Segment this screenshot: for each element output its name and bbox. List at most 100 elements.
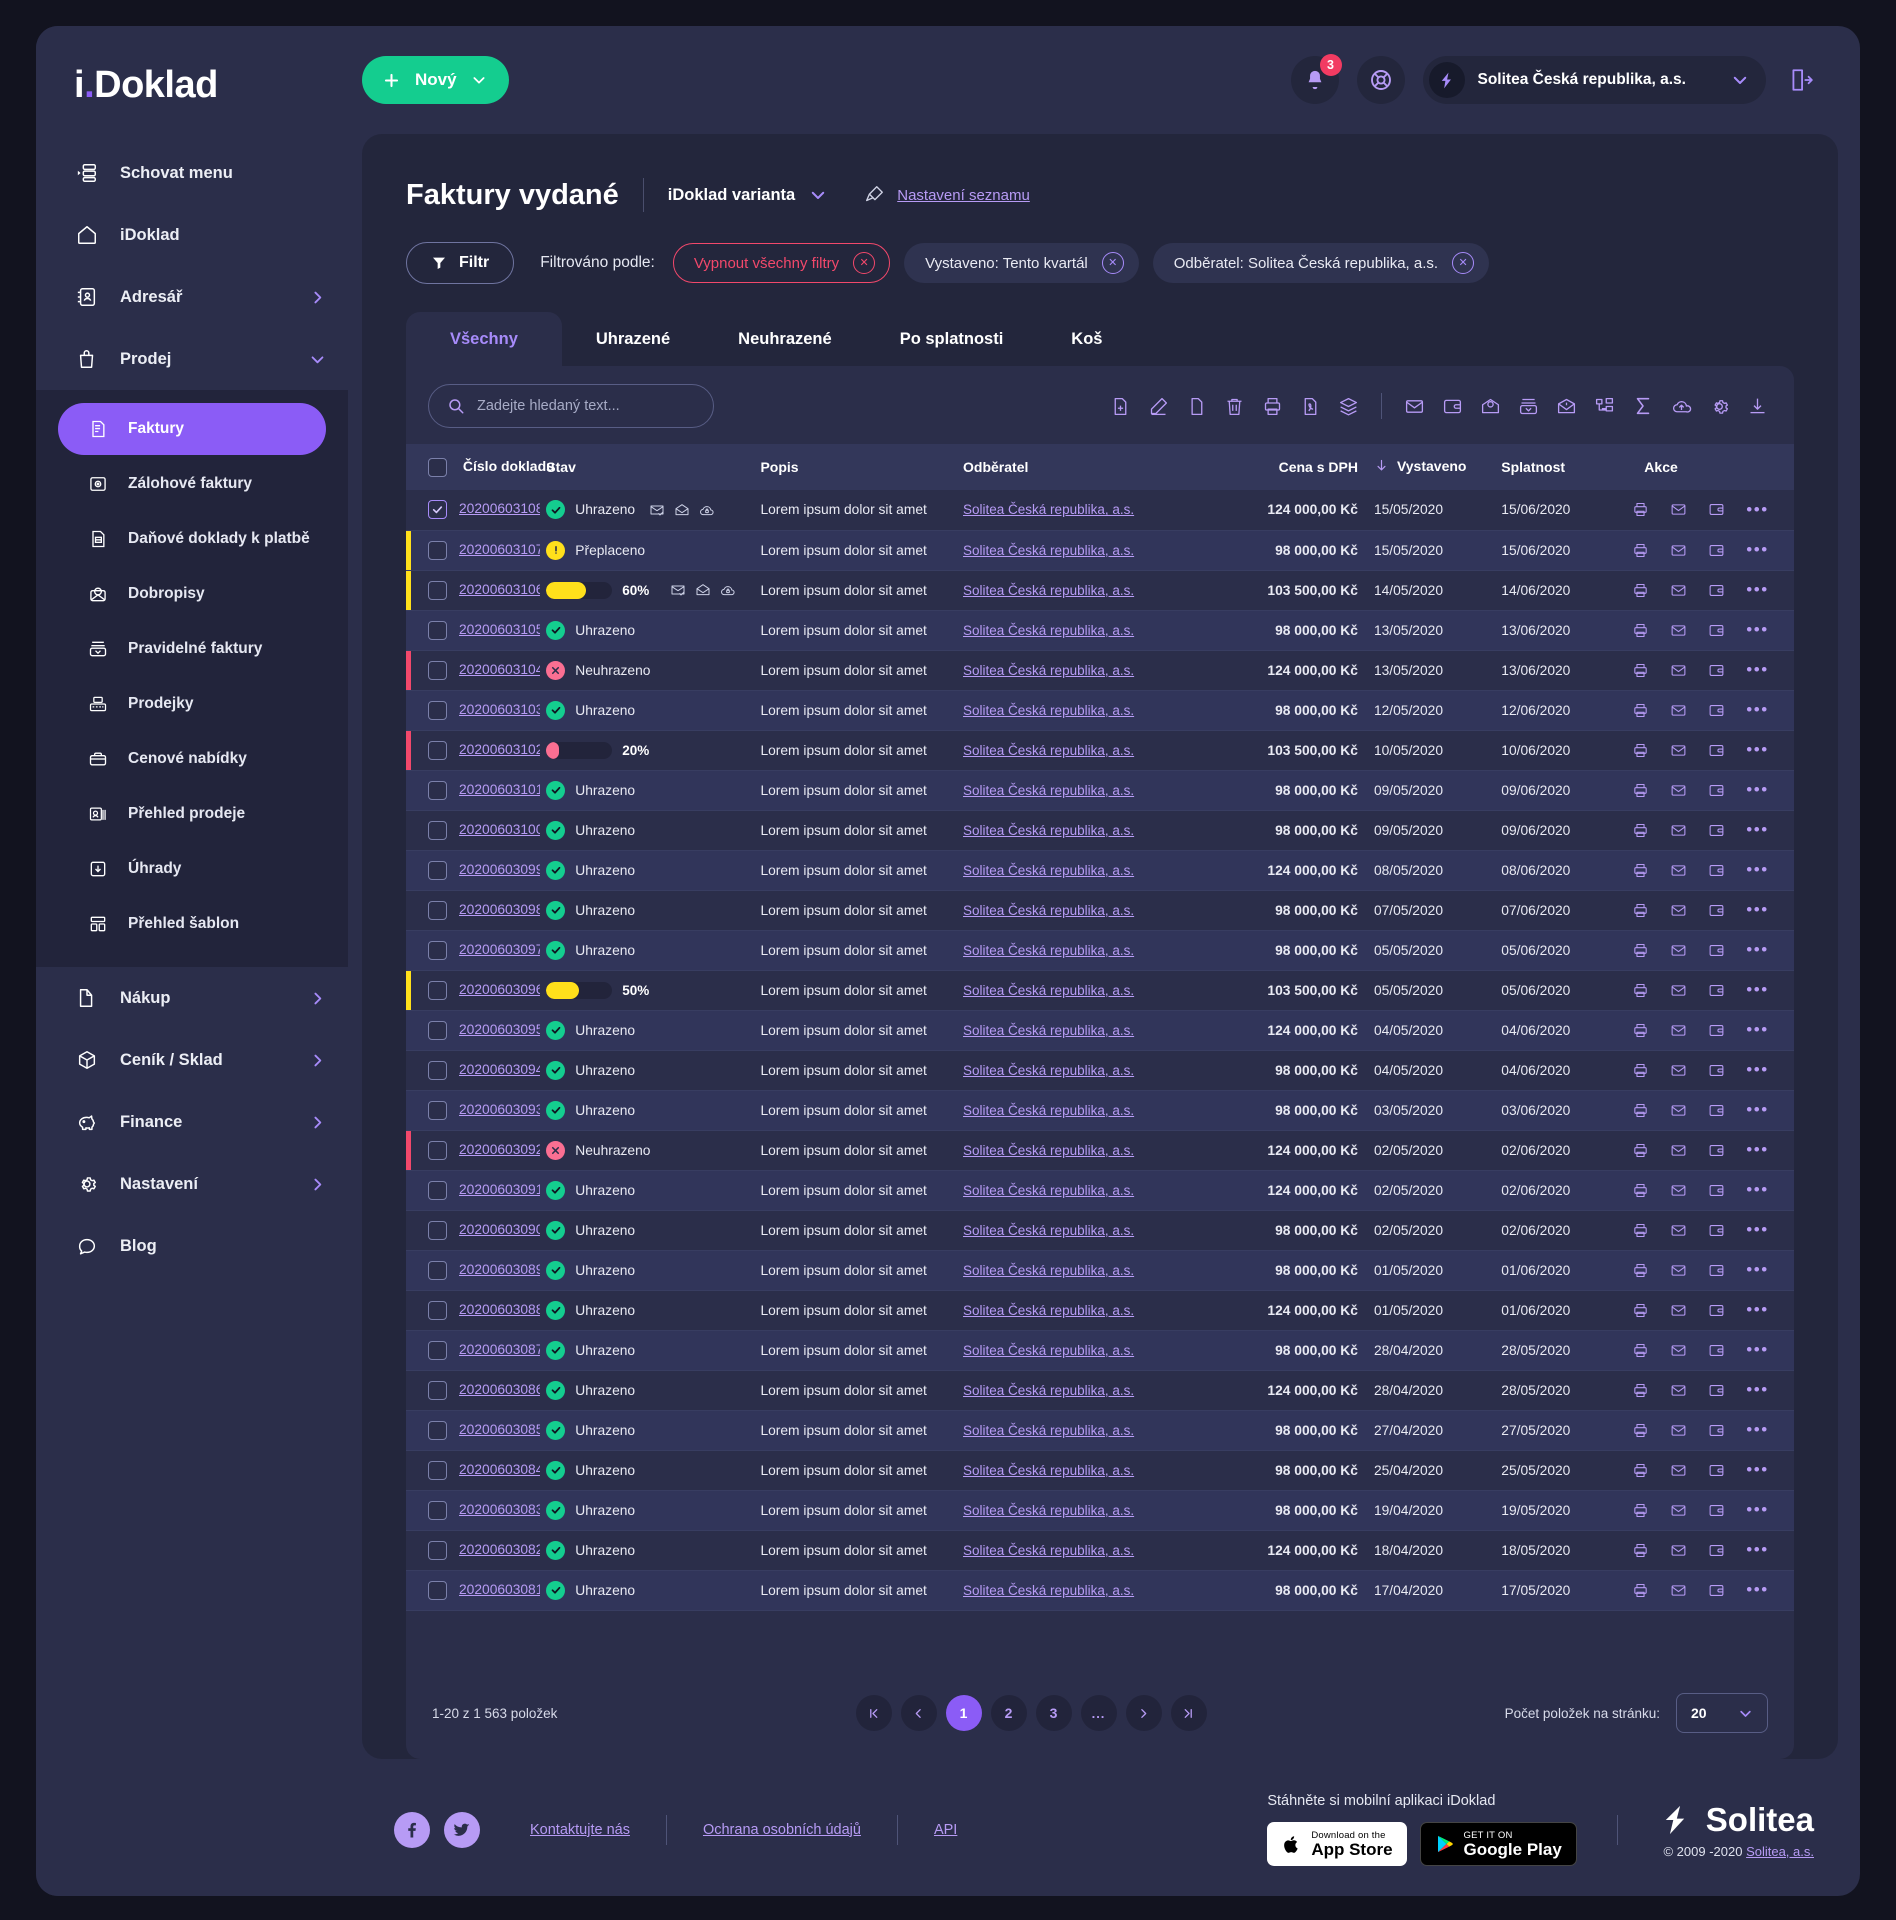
mail-icon[interactable]	[1670, 1262, 1687, 1279]
sidebar-item-cenove-nabidky[interactable]: Cenové nabídky	[58, 733, 326, 785]
sidebar-item-schovat-menu[interactable]: Schovat menu	[36, 142, 348, 204]
mail-open-icon[interactable]	[674, 502, 690, 518]
table-row[interactable]: 20200603090 Uhrazeno Lorem ipsum dolor sit…	[406, 1210, 1794, 1251]
wallet-icon[interactable]	[1442, 396, 1463, 417]
wallet-icon[interactable]	[1708, 822, 1725, 839]
more-icon[interactable]: •••	[1746, 501, 1768, 518]
document-number-link[interactable]: 20200603083	[459, 1502, 540, 1517]
document-number-link[interactable]: 20200603087	[459, 1342, 540, 1357]
print-icon[interactable]	[1632, 782, 1649, 799]
customer-link[interactable]: Solitea Česká republika, a.s.	[963, 623, 1134, 638]
row-checkbox[interactable]	[428, 1460, 447, 1480]
page-ellipsis-button[interactable]: ...	[1080, 1695, 1117, 1731]
wallet-icon[interactable]	[1708, 1302, 1725, 1319]
sidebar-item-prehled-prodeje[interactable]: Přehled prodeje	[58, 788, 326, 840]
sidebar-item-blog[interactable]: Blog	[36, 1215, 348, 1277]
print-icon[interactable]	[1632, 862, 1649, 879]
print-icon[interactable]	[1632, 1222, 1649, 1239]
document-number-link[interactable]: 20200603106	[459, 582, 540, 597]
list-settings-link[interactable]: Nastavení seznamu	[863, 184, 1030, 206]
sidebar-item-danove-doklady[interactable]: Daňové doklady k platbě	[58, 513, 326, 565]
table-row[interactable]: 20200603105 Uhrazeno Lorem ipsum dolor sit…	[406, 610, 1794, 651]
filter-chip-issued[interactable]: Vystaveno: Tento kvartál ✕	[904, 243, 1139, 283]
page-2-button[interactable]: 2	[990, 1695, 1027, 1731]
tab-kos[interactable]: Koš	[1037, 312, 1136, 366]
mail-icon[interactable]	[1670, 742, 1687, 759]
page-first-button[interactable]	[855, 1695, 892, 1731]
sidebar-item-faktury[interactable]: Faktury	[58, 403, 326, 455]
more-icon[interactable]: •••	[1746, 621, 1768, 638]
notifications-button[interactable]: 3	[1290, 54, 1342, 104]
th-due[interactable]: Splatnost	[1495, 444, 1621, 490]
mail-icon[interactable]	[1670, 702, 1687, 719]
close-icon[interactable]: ✕	[1101, 252, 1124, 274]
sidebar-item-nastaveni[interactable]: Nastavení	[36, 1153, 348, 1215]
mail-icon[interactable]	[1670, 1302, 1687, 1319]
customer-link[interactable]: Solitea Česká republika, a.s.	[963, 1303, 1134, 1318]
table-row[interactable]: 20200603084 Uhrazeno Lorem ipsum dolor sit…	[406, 1450, 1794, 1491]
cloud-lock-icon[interactable]	[699, 502, 715, 518]
mail-icon[interactable]	[1670, 902, 1687, 919]
table-row[interactable]: 20200603093 Uhrazeno Lorem ipsum dolor sit…	[406, 1090, 1794, 1131]
filter-button[interactable]: Filtr	[406, 242, 515, 284]
more-icon[interactable]: •••	[1746, 1421, 1768, 1438]
mail-icon[interactable]	[1670, 1102, 1687, 1119]
print-icon[interactable]	[1632, 1342, 1649, 1359]
row-checkbox[interactable]	[428, 660, 447, 680]
document-number-link[interactable]: 20200603086	[459, 1382, 540, 1397]
more-icon[interactable]: •••	[1746, 741, 1768, 758]
mail-icon[interactable]	[1670, 1182, 1687, 1199]
sidebar-item-pravidelne-faktury[interactable]: Pravidelné faktury	[58, 623, 326, 675]
wallet-icon[interactable]	[1708, 702, 1725, 719]
gear-icon[interactable]	[1709, 396, 1730, 417]
document-number-link[interactable]: 20200603092	[459, 1142, 540, 1157]
more-icon[interactable]: •••	[1746, 941, 1768, 958]
more-icon[interactable]: •••	[1746, 1101, 1768, 1118]
more-icon[interactable]: •••	[1746, 1541, 1768, 1558]
wallet-icon[interactable]	[1708, 982, 1725, 999]
wallet-icon[interactable]	[1708, 1342, 1725, 1359]
table-row[interactable]: 20200603094 Uhrazeno Lorem ipsum dolor sit…	[406, 1050, 1794, 1091]
document-number-link[interactable]: 20200603088	[459, 1302, 540, 1317]
wallet-icon[interactable]	[1708, 1062, 1725, 1079]
sidebar-item-finance[interactable]: Finance	[36, 1091, 348, 1153]
variant-selector[interactable]: iDoklad varianta	[668, 186, 827, 205]
print-icon[interactable]	[1632, 1422, 1649, 1439]
th-status[interactable]: Stav	[540, 444, 755, 490]
pdf-icon[interactable]	[1300, 396, 1321, 417]
document-number-link[interactable]: 20200603103	[459, 702, 540, 717]
mail-icon[interactable]	[1670, 1062, 1687, 1079]
sidebar-item-prodej[interactable]: Prodej	[36, 328, 348, 390]
document-number-link[interactable]: 20200603108	[459, 501, 540, 516]
print-icon[interactable]	[1632, 1022, 1649, 1039]
more-icon[interactable]: •••	[1746, 821, 1768, 838]
sidebar-item-prodejky[interactable]: Prodejky	[58, 678, 326, 730]
more-icon[interactable]: •••	[1746, 901, 1768, 918]
document-number-link[interactable]: 20200603100	[459, 822, 540, 837]
table-row[interactable]: 20200603098 Uhrazeno Lorem ipsum dolor sit…	[406, 890, 1794, 931]
copyright-link[interactable]: Solitea, a.s.	[1746, 1844, 1814, 1859]
customer-link[interactable]: Solitea Česká republika, a.s.	[963, 983, 1134, 998]
print-icon[interactable]	[1632, 942, 1649, 959]
document-number-link[interactable]: 20200603105	[459, 622, 540, 637]
hierarchy-icon[interactable]	[1594, 396, 1615, 417]
mail-icon[interactable]	[1670, 582, 1687, 599]
mail-icon[interactable]	[1670, 782, 1687, 799]
document-number-link[interactable]: 20200603098	[459, 902, 540, 917]
row-checkbox[interactable]	[428, 1340, 447, 1360]
mail-icon[interactable]	[1670, 1462, 1687, 1479]
print-icon[interactable]	[1632, 742, 1649, 759]
th-customer[interactable]: Odběratel	[957, 444, 1189, 490]
document-number-link[interactable]: 20200603093	[459, 1102, 540, 1117]
print-icon[interactable]	[1262, 396, 1283, 417]
mail-icon[interactable]	[1670, 1022, 1687, 1039]
mail-icon[interactable]	[1670, 1382, 1687, 1399]
customer-link[interactable]: Solitea Česká republika, a.s.	[963, 1143, 1134, 1158]
table-row[interactable]: 20200603099 Uhrazeno Lorem ipsum dolor sit…	[406, 850, 1794, 891]
wallet-icon[interactable]	[1708, 542, 1725, 559]
mail-icon[interactable]	[1404, 396, 1425, 417]
row-checkbox[interactable]	[428, 1100, 447, 1120]
customer-link[interactable]: Solitea Česká republika, a.s.	[963, 1183, 1134, 1198]
wallet-icon[interactable]	[1708, 1582, 1725, 1599]
more-icon[interactable]: •••	[1746, 1581, 1768, 1598]
